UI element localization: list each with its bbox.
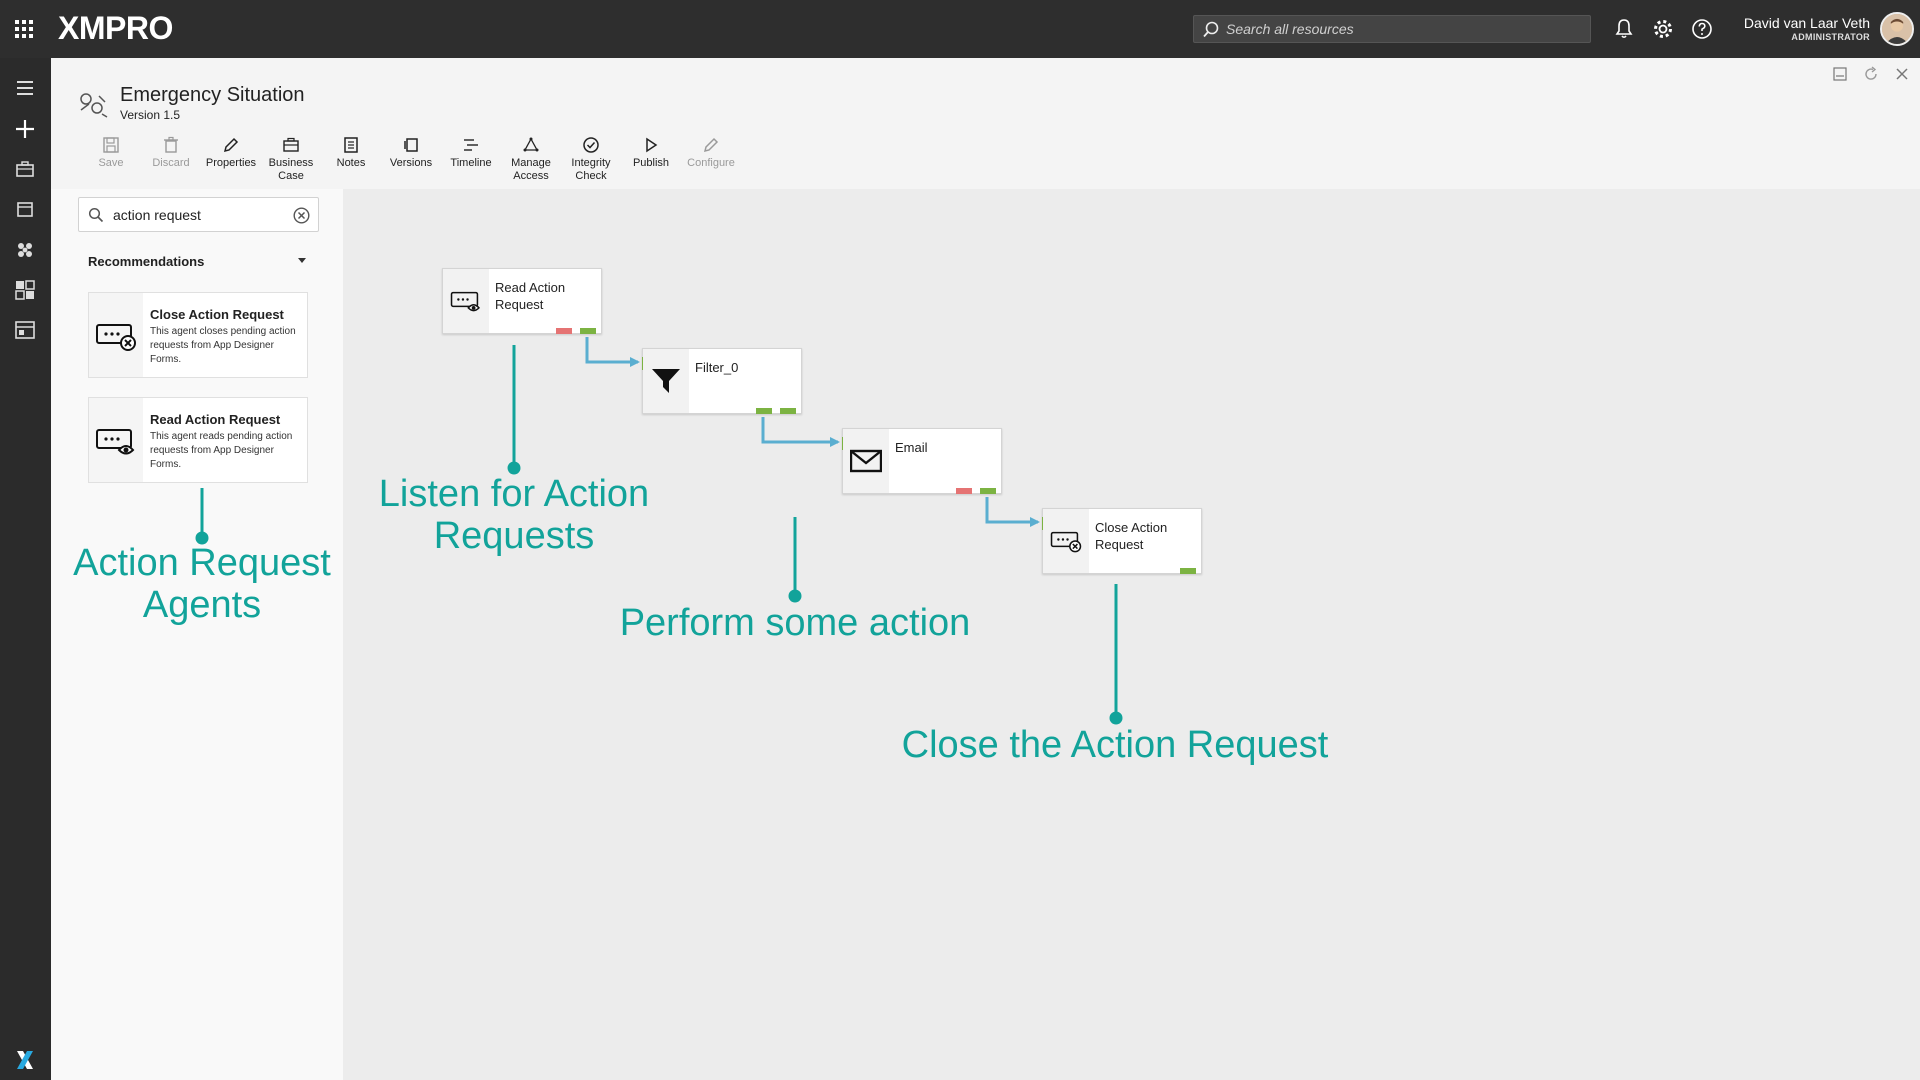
true-output-port[interactable] <box>756 408 772 414</box>
annotation-close-the-action-request: Close the Action Request <box>901 724 1329 766</box>
plus-icon[interactable] <box>13 117 37 141</box>
access-icon <box>523 137 539 152</box>
check-circle-icon <box>583 137 599 153</box>
publish-button[interactable]: Publish <box>621 136 681 186</box>
refresh-icon[interactable] <box>1862 65 1880 83</box>
page-title: Emergency Situation <box>120 84 305 106</box>
global-search[interactable] <box>1193 15 1591 43</box>
agent-search-input[interactable] <box>113 198 283 231</box>
annotation-perform-some-action: Perform some action <box>619 602 971 644</box>
play-icon <box>646 137 658 153</box>
save-button[interactable]: Save <box>81 136 141 186</box>
integrity-check-button[interactable]: Integrity Check <box>561 136 621 186</box>
filter-icon <box>652 369 680 393</box>
agent-card-title: Read Action Request <box>150 412 281 427</box>
node-label: Filter_0 <box>695 360 739 375</box>
versions-icon <box>404 138 418 152</box>
discard-button[interactable]: Discard <box>141 136 201 186</box>
avatar-icon <box>1882 14 1912 44</box>
agent-card-title: Close Action Request <box>150 307 284 322</box>
canvas-node-close-action-request[interactable]: Close Action Request <box>1042 508 1202 574</box>
node-label: Read Action Request <box>495 280 566 312</box>
business-case-button[interactable]: Business Case <box>261 136 321 186</box>
hamburger-menu-icon[interactable] <box>13 76 37 100</box>
agent-card-description: This agent reads pending action requests… <box>150 431 293 470</box>
gear-icon[interactable] <box>1651 17 1675 41</box>
xmpro-logo[interactable]: XMPRO <box>58 10 173 47</box>
false-output-port[interactable] <box>780 408 796 414</box>
avatar[interactable] <box>1880 12 1914 46</box>
help-icon[interactable] <box>1690 17 1714 41</box>
configure-button[interactable]: Configure <box>681 136 741 186</box>
pencil-icon <box>223 137 239 153</box>
manage-access-button[interactable]: Manage Access <box>501 136 561 186</box>
agent-card-description: This agent closes pending action request… <box>150 326 296 365</box>
user-name[interactable]: David van Laar Veth <box>1744 15 1870 31</box>
versions-button[interactable]: Versions <box>381 136 441 186</box>
save-icon <box>103 137 119 153</box>
notes-button[interactable]: Notes <box>321 136 381 186</box>
data-stream-icon[interactable] <box>13 238 37 262</box>
node-label: Close Action Request <box>1095 520 1168 552</box>
read-action-request-icon <box>96 429 135 455</box>
clear-search-icon[interactable] <box>293 207 310 224</box>
xmpro-x-logo-icon[interactable] <box>13 1048 37 1072</box>
bell-icon[interactable] <box>1612 17 1636 41</box>
close-action-request-icon <box>1050 531 1082 553</box>
timeline-icon <box>464 139 478 151</box>
properties-button[interactable]: Properties <box>201 136 261 186</box>
canvas-node-filter[interactable]: Filter_0 <box>642 348 802 414</box>
user-role: ADMINISTRATOR <box>1791 32 1870 42</box>
designer-header: Emergency Situation Version 1.5 Save Dis… <box>51 58 1920 189</box>
canvas-node-email[interactable]: Email <box>842 428 1002 494</box>
agent-card-read-action-request[interactable]: Read Action Request This agent reads pen… <box>88 397 308 483</box>
page-version: Version 1.5 <box>120 108 181 122</box>
agent-toolbox-panel: Recommendations Close Action Request Thi… <box>51 189 343 1080</box>
caret-down-icon[interactable] <box>297 257 307 265</box>
left-navigation <box>0 58 51 1080</box>
app-window-icon[interactable] <box>13 318 37 342</box>
notes-icon <box>344 137 358 153</box>
agent-search[interactable] <box>78 197 319 232</box>
close-icon[interactable] <box>1893 65 1911 83</box>
minimize-icon[interactable] <box>1831 65 1849 83</box>
briefcase-icon <box>283 137 299 152</box>
data-stream-title-icon <box>80 93 108 118</box>
read-action-request-icon <box>450 291 480 312</box>
success-output-port[interactable] <box>980 488 996 494</box>
global-search-input[interactable] <box>1226 16 1586 42</box>
pencil-icon <box>703 137 719 153</box>
agent-card-close-action-request[interactable]: Close Action Request This agent closes p… <box>88 292 308 378</box>
canvas-node-read-action-request[interactable]: Read Action Request <box>442 268 602 334</box>
calendar-icon[interactable] <box>13 197 37 221</box>
apps-grid-icon[interactable] <box>14 19 34 39</box>
success-output-port[interactable] <box>1180 568 1196 574</box>
dashboard-icon[interactable] <box>13 278 37 302</box>
annotation-action-request-agents: Action Request Agents <box>73 542 331 626</box>
recommendations-header[interactable]: Recommendations <box>88 254 204 269</box>
error-output-port[interactable] <box>956 488 972 494</box>
search-icon <box>1203 21 1219 38</box>
annotation-listen-for-action-requests: Listen for Action Requests <box>378 473 650 557</box>
node-label: Email <box>895 440 928 455</box>
trash-icon <box>164 136 178 153</box>
error-output-port[interactable] <box>556 328 572 334</box>
close-action-request-icon <box>96 324 136 351</box>
envelope-icon <box>850 449 882 473</box>
designer-toolbar: Save Discard Properties Business Case No… <box>81 136 741 186</box>
search-icon <box>88 207 104 223</box>
success-output-port[interactable] <box>580 328 596 334</box>
briefcase-icon[interactable] <box>13 157 37 181</box>
timeline-button[interactable]: Timeline <box>441 136 501 186</box>
top-bar: XMPRO David van Laar Veth ADMINISTRATOR <box>0 0 1920 58</box>
